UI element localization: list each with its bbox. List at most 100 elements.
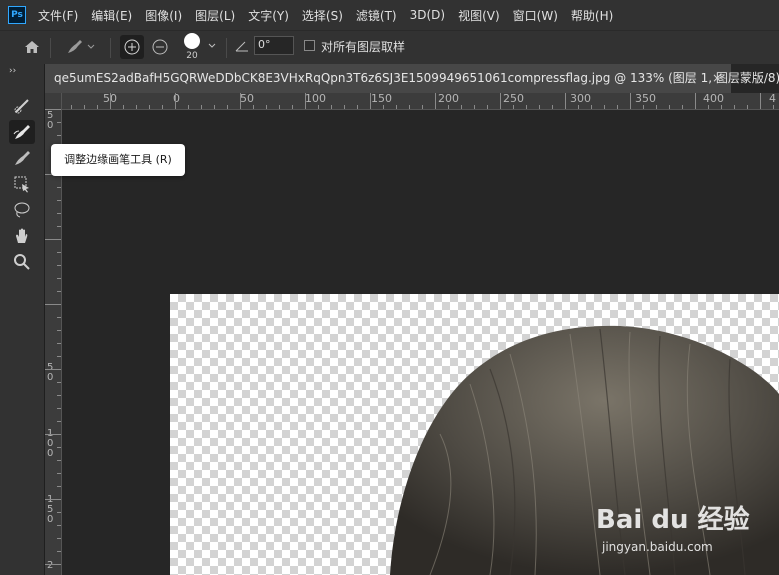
ruler-tick — [565, 93, 566, 109]
ruler-tick-label: 200 — [438, 93, 459, 105]
close-tab-icon[interactable]: × — [712, 64, 722, 93]
home-icon[interactable] — [20, 36, 44, 58]
ruler-tick — [57, 447, 61, 448]
photoshop-logo-icon: Ps — [8, 6, 26, 24]
refine-edge-brush-tool-icon — [13, 125, 30, 139]
menu-item[interactable]: 编辑(E) — [91, 7, 132, 24]
ruler-tick-label: 400 — [703, 93, 724, 105]
menu-item[interactable]: 图层(L) — [195, 7, 235, 24]
ruler-tick — [57, 382, 61, 383]
hand-tool-button[interactable] — [9, 224, 35, 248]
chevron-down-icon — [87, 44, 95, 49]
ruler-tick — [57, 512, 61, 513]
ruler-tick — [162, 105, 163, 109]
plus-circle-icon — [124, 39, 140, 55]
ruler-tick-label: 4 — [769, 93, 776, 105]
ruler-tick — [266, 105, 267, 109]
expand-detection-area-button[interactable] — [120, 35, 144, 59]
ruler-tick — [57, 187, 61, 188]
ruler-tick — [57, 551, 61, 552]
menu-item[interactable]: 文件(F) — [38, 7, 78, 24]
ruler-tick — [695, 93, 696, 109]
tool-preset-picker[interactable] — [60, 36, 100, 58]
menu-item[interactable]: 帮助(H) — [571, 7, 613, 24]
ruler-tick — [396, 105, 397, 109]
main-menu: 文件(F) 编辑(E) 图像(I) 图层(L) 文字(Y) 选择(S) 滤镜(T) 3D(D)… — [38, 0, 626, 30]
ruler-tick — [474, 105, 475, 109]
collapse-panel-icon[interactable]: ›› — [9, 66, 16, 76]
ruler-tick — [721, 105, 722, 109]
ruler-tick — [370, 93, 371, 109]
horizontal-ruler[interactable]: 500501001502002503003504004 — [45, 93, 779, 110]
lasso-tool-button[interactable] — [9, 198, 35, 222]
ruler-tick — [253, 105, 254, 109]
ruler-tick — [279, 105, 280, 109]
tool-tooltip: 调整边缘画笔工具 (R) — [51, 144, 185, 176]
ruler-tick — [57, 538, 61, 539]
document-tab-title[interactable]: qe5umES2adBafH5GQRWeDDbCK8E3VHxRqQpn3T6z… — [54, 64, 779, 93]
ruler-tick — [656, 105, 657, 109]
brush-tool-icon — [15, 151, 30, 165]
menu-item[interactable]: 视图(V) — [458, 7, 500, 24]
ruler-tick — [175, 93, 176, 109]
menu-item[interactable]: 窗口(W) — [513, 7, 558, 24]
ruler-tick — [57, 343, 61, 344]
ruler-tick — [591, 105, 592, 109]
brush-tool-button[interactable] — [9, 146, 35, 170]
menu-item[interactable]: 选择(S) — [302, 7, 343, 24]
ruler-tick — [513, 105, 514, 109]
ruler-tick — [45, 434, 61, 435]
ruler-tick — [57, 408, 61, 409]
quick-selection-tool-button[interactable] — [9, 94, 35, 118]
ruler-tick — [578, 105, 579, 109]
refine-edge-brush-icon — [68, 40, 82, 53]
ruler-tick — [747, 105, 748, 109]
refine-edge-brush-tool-button[interactable] — [9, 120, 35, 144]
ruler-tick — [57, 356, 61, 357]
hand-tool-icon — [16, 228, 28, 243]
ruler-origin[interactable] — [45, 93, 61, 109]
ruler-tick — [461, 105, 462, 109]
ruler-tick — [292, 105, 293, 109]
ruler-tick — [357, 105, 358, 109]
ruler-tick — [448, 105, 449, 109]
ruler-tick — [57, 421, 61, 422]
ruler-tick — [57, 278, 61, 279]
ruler-tick — [97, 105, 98, 109]
ruler-tick — [45, 304, 61, 305]
ruler-tick — [57, 330, 61, 331]
ruler-tick — [331, 105, 332, 109]
menu-item[interactable]: 图像(I) — [145, 7, 182, 24]
ruler-tick-label: 350 — [635, 93, 656, 105]
angle-icon — [234, 38, 250, 54]
menu-item[interactable]: 文字(Y) — [248, 7, 289, 24]
ruler-tick — [57, 486, 61, 487]
brush-picker-chevron-down-icon[interactable] — [206, 40, 218, 52]
ruler-tick — [734, 105, 735, 109]
baidu-watermark-url: jingyan.baidu.com — [602, 540, 713, 554]
object-selection-tool-button[interactable] — [9, 172, 35, 196]
ruler-tick — [45, 239, 61, 240]
menu-item[interactable]: 3D(D) — [410, 8, 445, 22]
ruler-tick — [57, 317, 61, 318]
ruler-tick — [669, 105, 670, 109]
ruler-tick — [773, 105, 774, 109]
sample-all-layers-label[interactable]: 对所有图层取样 — [321, 38, 405, 55]
ruler-tick-label: 0 — [47, 448, 54, 459]
ruler-tick — [57, 395, 61, 396]
restore-original-edge-button[interactable] — [148, 35, 172, 59]
ruler-tick — [708, 105, 709, 109]
ruler-tick-label: 150 — [371, 93, 392, 105]
ruler-tick — [57, 252, 61, 253]
angle-input[interactable]: 0° — [254, 36, 294, 55]
ruler-tick — [344, 105, 345, 109]
ruler-tick-label: 0 — [47, 372, 54, 383]
zoom-tool-button[interactable] — [9, 250, 35, 274]
ruler-tick — [552, 105, 553, 109]
ruler-tick — [71, 105, 72, 109]
sample-all-layers-checkbox[interactable] — [304, 40, 315, 51]
ruler-tick — [383, 105, 384, 109]
ruler-tick-label: 250 — [503, 93, 524, 105]
brush-preset-preview[interactable] — [184, 33, 200, 49]
menu-item[interactable]: 滤镜(T) — [356, 7, 397, 24]
